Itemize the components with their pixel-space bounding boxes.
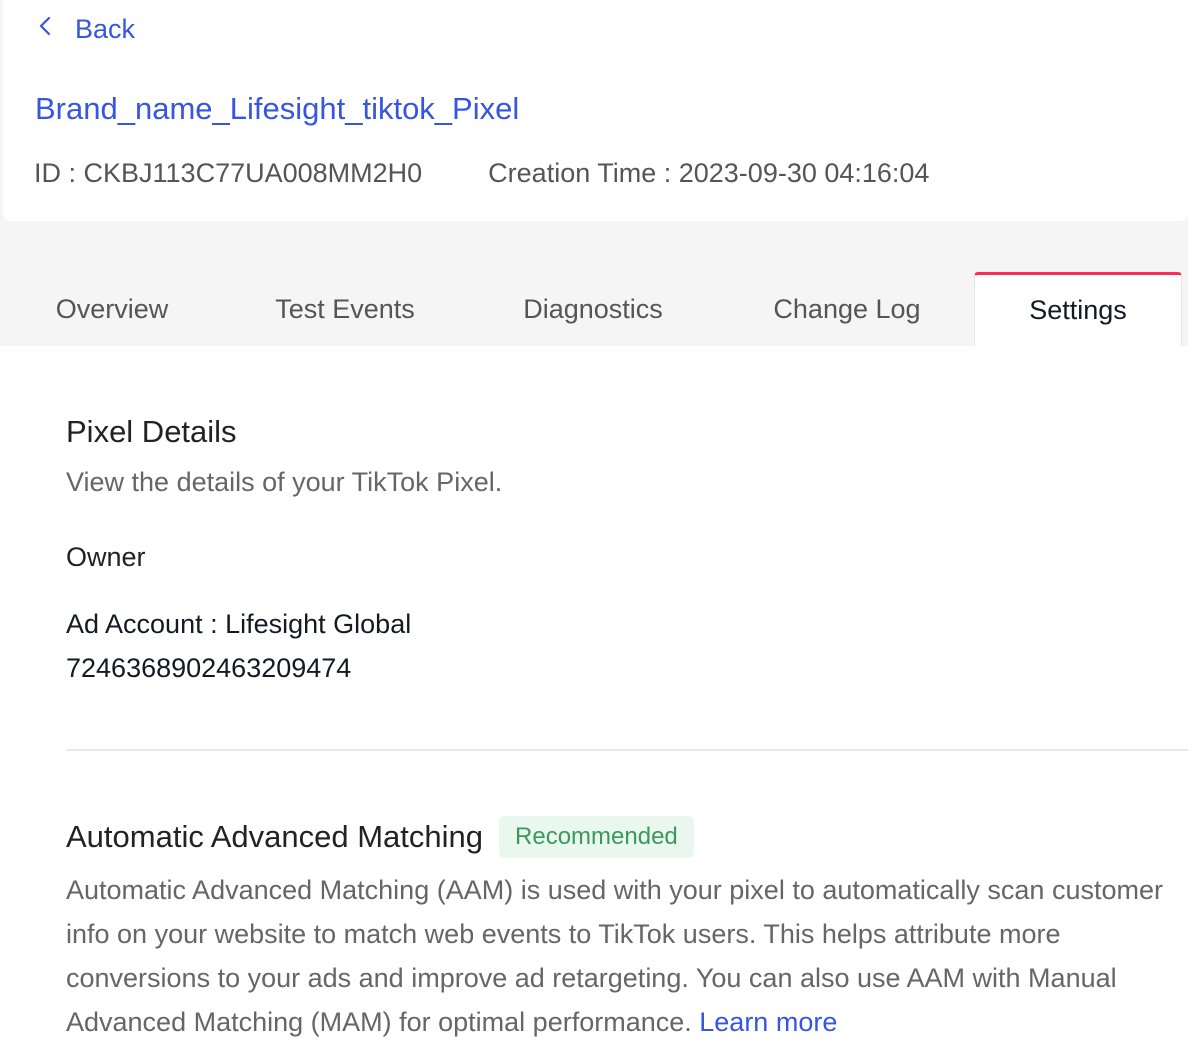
pixel-details-title: Pixel Details <box>66 414 237 449</box>
pixel-id: ID : CKBJ113C77UA008MM2H0 <box>34 158 423 188</box>
chevron-left-icon <box>35 14 75 45</box>
ad-account-name: Ad Account : Lifesight Global <box>66 609 412 639</box>
settings-panel: Pixel Details View the details of your T… <box>0 346 1188 1046</box>
ad-account-id: 7246368902463209474 <box>66 653 352 683</box>
pixel-header-card: Back Brand_name_Lifesight_tiktok_Pixel I… <box>3 0 1188 221</box>
tab-bar: Overview Test Events Diagnostics Change … <box>0 272 1188 346</box>
aam-description: Automatic Advanced Matching (AAM) is use… <box>66 868 1166 1044</box>
pixel-name[interactable]: Brand_name_Lifesight_tiktok_Pixel <box>35 91 519 127</box>
owner-label: Owner <box>66 542 146 572</box>
pixel-details-description: View the details of your TikTok Pixel. <box>66 467 503 497</box>
aam-header: Automatic Advanced Matching Recommended <box>66 816 694 858</box>
section-divider <box>66 749 1188 751</box>
tab-settings[interactable]: Settings <box>974 272 1182 346</box>
recommended-badge: Recommended <box>499 816 694 858</box>
aam-description-text: Automatic Advanced Matching (AAM) is use… <box>66 875 1163 1037</box>
pixel-meta: ID : CKBJ113C77UA008MM2H0 Creation Time … <box>34 158 995 189</box>
creation-time: Creation Time : 2023-09-30 04:16:04 <box>488 158 930 188</box>
learn-more-link[interactable]: Learn more <box>699 1007 837 1037</box>
tab-overview[interactable]: Overview <box>0 272 224 346</box>
tab-diagnostics[interactable]: Diagnostics <box>466 272 720 346</box>
back-label: Back <box>75 14 136 44</box>
aam-title: Automatic Advanced Matching <box>66 819 484 854</box>
tab-test-events[interactable]: Test Events <box>224 272 466 346</box>
owner-value: Ad Account : Lifesight Global 7246368902… <box>66 602 411 690</box>
back-button[interactable]: Back <box>35 14 135 45</box>
tab-change-log[interactable]: Change Log <box>720 272 974 346</box>
